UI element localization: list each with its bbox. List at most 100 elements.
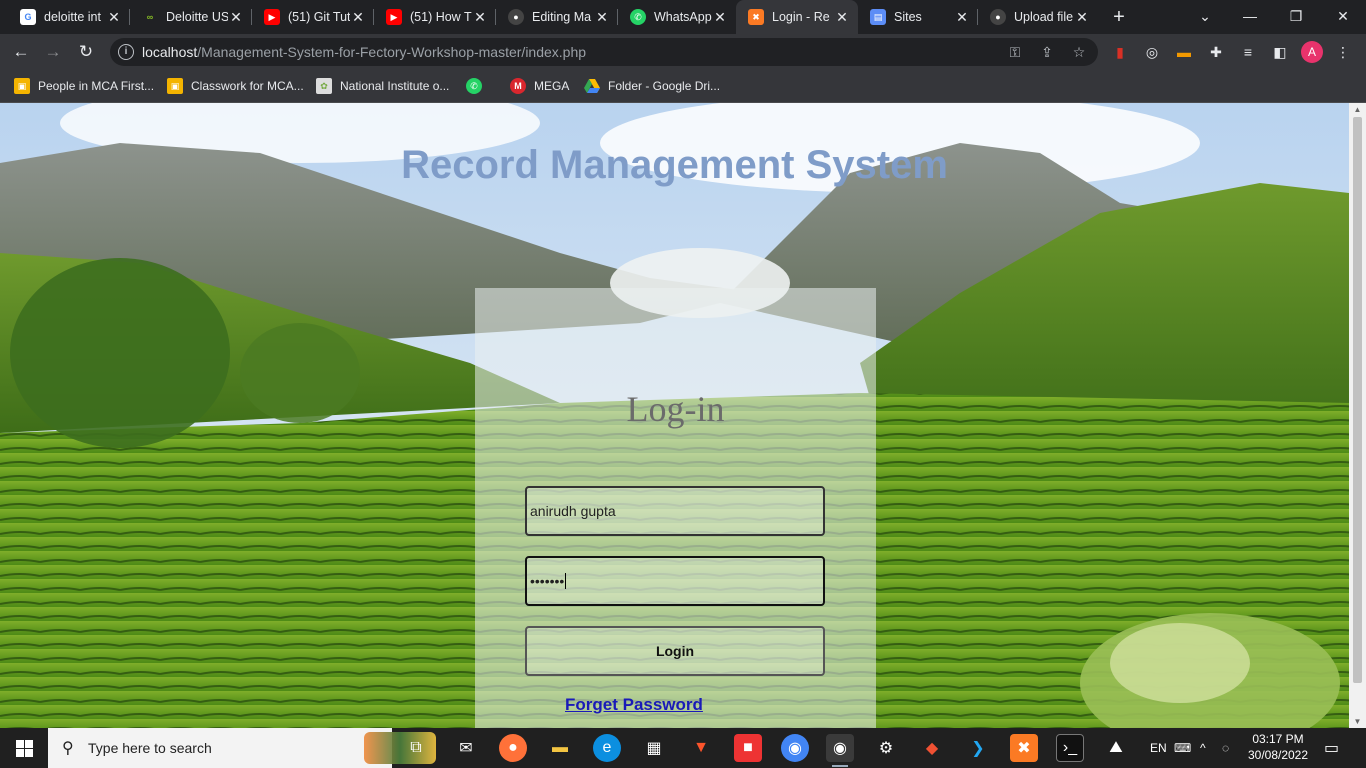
- input-language[interactable]: EN: [1150, 728, 1167, 768]
- clock-date: 30/08/2022: [1247, 748, 1309, 762]
- search-placeholder: Type here to search: [88, 740, 212, 756]
- mega-icon: M: [510, 78, 526, 94]
- forget-password-link[interactable]: Forget Password: [565, 695, 703, 715]
- bookmark-google-drive[interactable]: Folder - Google Dri...: [584, 77, 720, 95]
- edge-icon[interactable]: e: [593, 734, 621, 762]
- close-icon[interactable]: ✕: [712, 9, 728, 26]
- mail-icon[interactable]: ✉: [452, 734, 480, 762]
- bookmark-star-icon[interactable]: ☆: [1070, 43, 1088, 61]
- windows-logo-icon: [15, 739, 33, 757]
- login-title: Log-in: [626, 389, 725, 429]
- bookmark-whatsapp[interactable]: ✆: [466, 77, 490, 95]
- clock-time: 03:17 PM: [1252, 732, 1304, 746]
- bookmark-classwork-mca[interactable]: ▣ Classwork for MCA...: [167, 77, 304, 95]
- tab-title: deloitte int: [44, 10, 101, 24]
- vscode-icon[interactable]: ❯: [964, 734, 992, 762]
- notifications-icon[interactable]: ▭: [1324, 728, 1339, 768]
- tab-title: Deloitte US: [166, 10, 228, 24]
- close-icon[interactable]: ✕: [350, 9, 366, 26]
- xampp-icon: ✖: [748, 9, 764, 25]
- url-host: localhost: [142, 44, 198, 60]
- tray-chevron-icon[interactable]: ^: [1200, 728, 1206, 768]
- menu-kebab-icon[interactable]: ⋮: [1333, 42, 1353, 62]
- close-icon[interactable]: ✕: [954, 9, 970, 26]
- search-icon: ⚲: [62, 740, 74, 757]
- xampp-taskbar-icon[interactable]: ✖: [1010, 734, 1038, 762]
- tab-whatsapp[interactable]: ✆ WhatsApp ✕: [618, 0, 736, 34]
- extension-tab-icon[interactable]: ▬: [1174, 42, 1194, 62]
- close-icon[interactable]: ✕: [594, 9, 610, 26]
- scrollbar-thumb[interactable]: [1353, 117, 1362, 683]
- settings-gear-icon[interactable]: ⚙: [872, 734, 900, 762]
- minimize-button[interactable]: —: [1227, 0, 1273, 34]
- restore-button[interactable]: ❐: [1273, 0, 1319, 34]
- tab-sites[interactable]: ▤ Sites ✕: [858, 0, 978, 34]
- brave-icon[interactable]: ▼: [687, 734, 715, 762]
- key-icon[interactable]: ⚿: [1006, 43, 1024, 61]
- close-icon[interactable]: ✕: [106, 9, 122, 26]
- close-icon[interactable]: ✕: [834, 9, 850, 26]
- close-icon[interactable]: ✕: [1074, 9, 1090, 26]
- username-value: anirudh gupta: [530, 503, 616, 519]
- task-view-icon[interactable]: ⧉: [402, 734, 430, 762]
- login-button[interactable]: Login: [525, 626, 825, 676]
- tab-search-chevron-icon[interactable]: ⌄: [1182, 0, 1228, 34]
- tab-github-editing[interactable]: ● Editing Ma ✕: [496, 0, 618, 34]
- github-icon: ●: [508, 9, 524, 25]
- reload-button[interactable]: ↻: [73, 39, 99, 65]
- terminal-icon[interactable]: ›_: [1056, 734, 1084, 762]
- bookmark-national-institute[interactable]: ✿ National Institute o...: [316, 77, 449, 95]
- login-card: Log-in anirudh gupta ••••••• Login Forge…: [475, 288, 876, 728]
- username-input[interactable]: anirudh gupta: [525, 486, 825, 536]
- extension-red-icon[interactable]: ▮: [1110, 42, 1130, 62]
- tab-login-active[interactable]: ✖ Login - Re ✕: [736, 0, 858, 34]
- scroll-up-icon[interactable]: ▲: [1353, 105, 1362, 114]
- firefox-icon[interactable]: ●: [499, 734, 527, 762]
- password-mask: •••••••: [530, 573, 565, 589]
- start-button[interactable]: [0, 728, 48, 768]
- password-input[interactable]: •••••••: [525, 556, 825, 606]
- address-bar[interactable]: i localhost/Management-System-for-Fector…: [110, 38, 1098, 66]
- git-icon[interactable]: ◆: [918, 734, 946, 762]
- tab-deloitte-us[interactable]: ∞ Deloitte US ✕: [130, 0, 252, 34]
- bookmark-mega[interactable]: M MEGA: [510, 77, 569, 95]
- tab-youtube-git[interactable]: ▶ (51) Git Tut ✕: [252, 0, 374, 34]
- bookmark-people-mca[interactable]: ▣ People in MCA First...: [14, 77, 154, 95]
- close-icon[interactable]: ✕: [472, 9, 488, 26]
- system-clock[interactable]: 03:17 PM 30/08/2022: [1236, 731, 1320, 763]
- youtube-icon: ▶: [386, 9, 402, 25]
- tab-deloitte-search[interactable]: G deloitte int ✕: [8, 0, 130, 34]
- forward-button[interactable]: →: [40, 39, 66, 65]
- page-scrollbar[interactable]: ▲ ▼: [1349, 103, 1366, 728]
- extensions-puzzle-icon[interactable]: ✚: [1206, 42, 1226, 62]
- site-info-icon[interactable]: i: [118, 44, 134, 60]
- new-tab-button[interactable]: +: [1106, 4, 1132, 30]
- chrome-profile-icon[interactable]: ◉: [826, 734, 854, 767]
- close-icon[interactable]: ✕: [228, 9, 244, 26]
- extension-bulb-icon[interactable]: ◎: [1142, 42, 1162, 62]
- close-window-button[interactable]: ✕: [1320, 0, 1366, 34]
- classroom-icon: ▣: [14, 78, 30, 94]
- file-explorer-icon[interactable]: ▬: [546, 734, 574, 762]
- classroom-icon: ▣: [167, 78, 183, 94]
- taskbar-search-box[interactable]: ⚲ Type here to search: [48, 728, 436, 768]
- google-drive-icon-shape: [584, 79, 600, 93]
- side-panel-icon[interactable]: ◧: [1270, 42, 1290, 62]
- tab-title: WhatsApp: [654, 10, 712, 24]
- tab-github-upload[interactable]: ● Upload file ✕: [978, 0, 1098, 34]
- chrome-icon[interactable]: ◉: [781, 734, 809, 762]
- tab-youtube-how[interactable]: ▶ (51) How T ✕: [374, 0, 496, 34]
- address-url[interactable]: localhost/Management-System-for-Fectory-…: [142, 44, 586, 60]
- network-icon[interactable]: ◌: [1222, 728, 1229, 768]
- whatsapp-icon: ✆: [630, 9, 646, 25]
- back-button[interactable]: ←: [8, 39, 34, 65]
- profile-avatar[interactable]: A: [1301, 41, 1323, 63]
- photos-icon[interactable]: ⛰: [1102, 734, 1130, 762]
- scroll-down-icon[interactable]: ▼: [1353, 717, 1362, 726]
- keyboard-icon[interactable]: ⌨: [1174, 728, 1191, 768]
- media-queue-icon[interactable]: ≡: [1238, 42, 1258, 62]
- url-path: /Management-System-for-Fectory-Workshop-…: [197, 44, 587, 60]
- share-icon[interactable]: ⇪: [1038, 43, 1056, 61]
- microsoft-store-icon[interactable]: ▦: [640, 734, 668, 762]
- screen-recorder-icon[interactable]: ■: [734, 734, 762, 762]
